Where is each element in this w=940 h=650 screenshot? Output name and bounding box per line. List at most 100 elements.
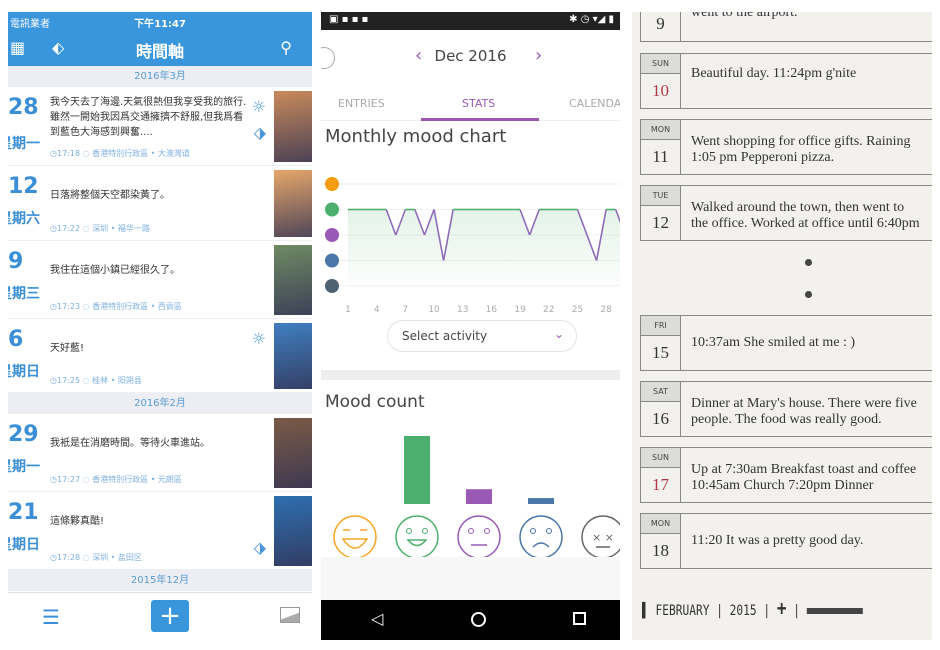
mood-awful-icon <box>325 279 339 293</box>
search-icon[interactable]: ⚲ <box>280 38 292 57</box>
gap-dot <box>805 259 812 266</box>
menu-icon[interactable] <box>806 608 863 614</box>
face-eye <box>546 528 552 534</box>
tab-calendar[interactable]: CALENDA <box>569 97 620 110</box>
face-eye <box>406 528 412 534</box>
journal-entry[interactable]: 9 went to the airport. <box>640 12 932 42</box>
face-mouth <box>532 542 550 548</box>
tab-entries[interactable]: ENTRIES <box>338 97 385 110</box>
timeline-list[interactable]: 2016年3月28星期一我今天去了海邊.天氣很熱但我享受我的旅行.雖然一開始我因… <box>8 66 312 591</box>
image-icon[interactable] <box>280 607 300 623</box>
select-activity-label: Select activity <box>402 329 488 343</box>
journal-entry[interactable]: TUE 12 Walked around the town, then went t… <box>640 185 932 241</box>
timeline-entry[interactable]: 6 星期日天好藍! ◷17:25 ◌ 桂林 • 阳朔县 ☼ <box>8 319 312 393</box>
bottom-bar: ☰ + <box>8 592 312 640</box>
entry-photo[interactable] <box>274 170 312 237</box>
entry-photo[interactable] <box>274 245 312 315</box>
entry-day: 11 <box>641 140 681 174</box>
entry-text-line: 1:05 pm Pepperoni pizza. <box>691 150 835 165</box>
entry-meta: ◷17:25 ◌ 桂林 • 阳朔县 <box>50 375 142 386</box>
next-month-button[interactable]: › <box>535 45 542 66</box>
journal-entry[interactable]: SAT 16 Dinner at Mary's house. There were … <box>640 381 932 437</box>
menu-icon[interactable]: ☰ <box>42 605 60 629</box>
entry-weekday: TUE <box>641 186 681 206</box>
face-outline <box>457 515 501 559</box>
location-pin-icon: ◌ <box>80 553 93 562</box>
tag-icon: ⬗ <box>253 123 266 142</box>
clock-icon: ◷ <box>50 224 57 233</box>
status-time: 下午11:47 <box>134 19 186 30</box>
entry-weekday: SUN <box>641 448 681 468</box>
entry-text: 日落將整個天空都染黃了。 <box>50 190 170 201</box>
x-tick-label: 22 <box>543 305 554 315</box>
entry-time: 17:25 <box>56 376 81 385</box>
journal-entry[interactable]: FRI 15 10:37am She smiled at me : ) <box>640 315 932 371</box>
active-tab-indicator <box>421 118 539 121</box>
journal-entry[interactable]: SUN 17 Up at 7:30am Breakfast toast and co… <box>640 447 932 503</box>
back-button[interactable]: ◁ <box>371 609 383 628</box>
entry-day: 28 <box>8 95 39 120</box>
entry-location: 深圳 • 福华一路 <box>92 224 150 233</box>
face-outline <box>395 515 439 559</box>
journal-entry[interactable]: SUN 10 Beautiful day. 11:24pm g'nite <box>640 53 932 109</box>
clock-icon: ◷ <box>50 553 57 562</box>
year-label[interactable]: 2015 <box>730 603 757 619</box>
entry-day: 9 <box>8 249 24 274</box>
entry-weekday: 星期三 <box>8 286 40 302</box>
face-eye <box>530 528 536 534</box>
entry-text: 我住在這個小鎮已經很久了。 <box>50 265 180 276</box>
x-tick-label: 4 <box>374 305 380 315</box>
entry-photo[interactable] <box>274 323 312 389</box>
android-nav-bar: ◁ <box>321 600 620 640</box>
entry-day: 17 <box>641 468 681 502</box>
section-header: 2016年2月 <box>8 393 312 414</box>
entry-weekday: 星期一 <box>8 459 40 475</box>
divider <box>321 370 620 380</box>
entry-text-line: 10:37am She smiled at me : ) <box>691 335 856 350</box>
add-button[interactable]: + <box>151 600 189 632</box>
entry-time: 17:27 <box>56 475 81 484</box>
timeline-entry[interactable]: 29 星期一我衹是在消磨時間。等待火車進站。 ◷17:27 ◌ 香港特別行政區 • … <box>8 414 312 492</box>
entry-photo[interactable] <box>274 91 312 162</box>
entry-weekday: 星期六 <box>8 211 40 227</box>
x-tick-label: 25 <box>572 305 583 315</box>
timeline-entry[interactable]: 21 星期日這條夥真酷! ◷17:28 ◌ 深圳 • 盐田区 ⬗ <box>8 492 312 570</box>
location-pin-icon: ◌ <box>80 224 93 233</box>
mood-count-title: Mood count <box>325 392 425 412</box>
face-eyes: × × <box>592 531 614 544</box>
entry-day: 18 <box>641 534 681 568</box>
bar-meh <box>466 489 492 504</box>
nav-bar: ▦ ⬖ 時間軸 ⚲ <box>8 32 312 66</box>
tab-bar: ENTRIES STATS CALENDA <box>321 85 620 121</box>
entry-weekday: 星期日 <box>8 537 40 553</box>
home-button[interactable] <box>471 612 486 627</box>
month-label[interactable]: FEBRUARY <box>655 603 709 619</box>
entry-photo[interactable] <box>274 418 312 488</box>
mood-rad-icon <box>325 177 339 191</box>
entry-photo[interactable] <box>274 496 312 566</box>
clock-icon: ◷ <box>50 302 57 311</box>
timeline-entry[interactable]: 9 星期三我住在這個小鎮已經很久了。 ◷17:23 ◌ 香港特別行政區 • 西貢區 <box>8 241 312 319</box>
entry-location: 香港特別行政區 • 西貢區 <box>92 302 182 311</box>
mood-bad-icon <box>325 253 339 268</box>
chevron-down-icon: ⌄ <box>553 327 564 341</box>
timeline-entry[interactable]: 12 星期六日落將整個天空都染黃了。 ◷17:22 ◌ 深圳 • 福华一路 <box>8 166 312 241</box>
x-tick-label: 13 <box>457 305 468 315</box>
location-pin-icon: ◌ <box>80 376 93 385</box>
timeline-entry[interactable]: 28 星期一我今天去了海邊.天氣很熱但我享受我的旅行.雖然一開始我因爲交通擁擠不舒… <box>8 87 312 166</box>
bar-good <box>404 436 430 504</box>
add-entry-button[interactable]: + <box>777 596 787 620</box>
x-tick-label: 19 <box>514 305 526 315</box>
face-outline <box>333 515 377 559</box>
entry-day: 15 <box>641 336 681 370</box>
journal-entry[interactable]: MON 18 11:20 It was a pretty good day. <box>640 513 932 569</box>
entry-meta: ◷17:18 ◌ 香港特別行政區 • 大澳灣道 <box>50 148 190 159</box>
clock-icon: ◷ <box>50 475 57 484</box>
journal-entry[interactable]: MON 11 Went shopping for office gifts. Rai… <box>640 119 932 175</box>
recents-button[interactable] <box>573 612 586 625</box>
x-tick-label: 1 <box>345 305 351 315</box>
menu-marker-icon: ▌ <box>642 603 656 619</box>
select-activity-dropdown[interactable]: Select activity ⌄ <box>387 320 577 352</box>
tab-stats[interactable]: STATS <box>462 97 495 110</box>
x-tick-label: 10 <box>428 305 440 315</box>
